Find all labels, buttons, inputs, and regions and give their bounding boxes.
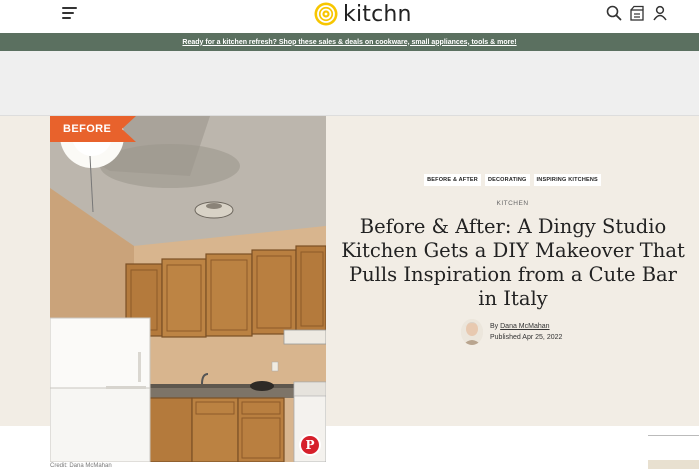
article-tags: BEFORE & AFTER DECORATING INSPIRING KITC…	[326, 174, 699, 186]
pinterest-save-button[interactable]: P	[299, 434, 321, 456]
site-header: kitchn	[0, 0, 699, 33]
byline-text: By Dana McMahan Published Apr 25, 2022	[490, 321, 562, 343]
tag-decorating[interactable]: DECORATING	[484, 174, 530, 186]
divider	[648, 435, 699, 436]
author-link[interactable]: Dana McMahan	[500, 323, 549, 330]
by-label: By	[490, 323, 499, 330]
logo-mark-icon	[314, 2, 338, 26]
user-icon[interactable]	[652, 5, 668, 21]
promo-bar: Ready for a kitchen refresh? Shop these …	[0, 33, 699, 51]
tag-inspiring-kitchens[interactable]: INSPIRING KITCHENS	[533, 174, 601, 186]
logo-text: kitchn	[343, 1, 412, 27]
sidebar-block	[648, 460, 699, 469]
avatar-image	[461, 319, 483, 345]
menu-icon[interactable]	[62, 6, 79, 20]
author-avatar[interactable]	[461, 319, 483, 345]
ad-placeholder	[0, 51, 699, 116]
site-logo[interactable]: kitchn	[314, 0, 412, 28]
article-category[interactable]: KITCHEN	[326, 200, 699, 207]
byline: By Dana McMahan Published Apr 25, 2022	[461, 318, 562, 346]
published-date: Published Apr 25, 2022	[490, 334, 563, 341]
kitchen-photo-illustration	[50, 116, 326, 462]
pinterest-icon: P	[301, 436, 319, 454]
promo-link[interactable]: Ready for a kitchen refresh? Shop these …	[182, 39, 516, 46]
article-title: Before & After: A Dingy Studio Kitchen G…	[341, 215, 685, 310]
before-badge-label: BEFORE	[63, 123, 112, 135]
box-icon[interactable]	[629, 5, 645, 21]
search-icon[interactable]	[606, 5, 622, 21]
hero-photo	[50, 116, 326, 462]
tag-before-after[interactable]: BEFORE & AFTER	[424, 174, 481, 186]
photo-credit: Credit: Dana McMahan	[50, 463, 112, 469]
